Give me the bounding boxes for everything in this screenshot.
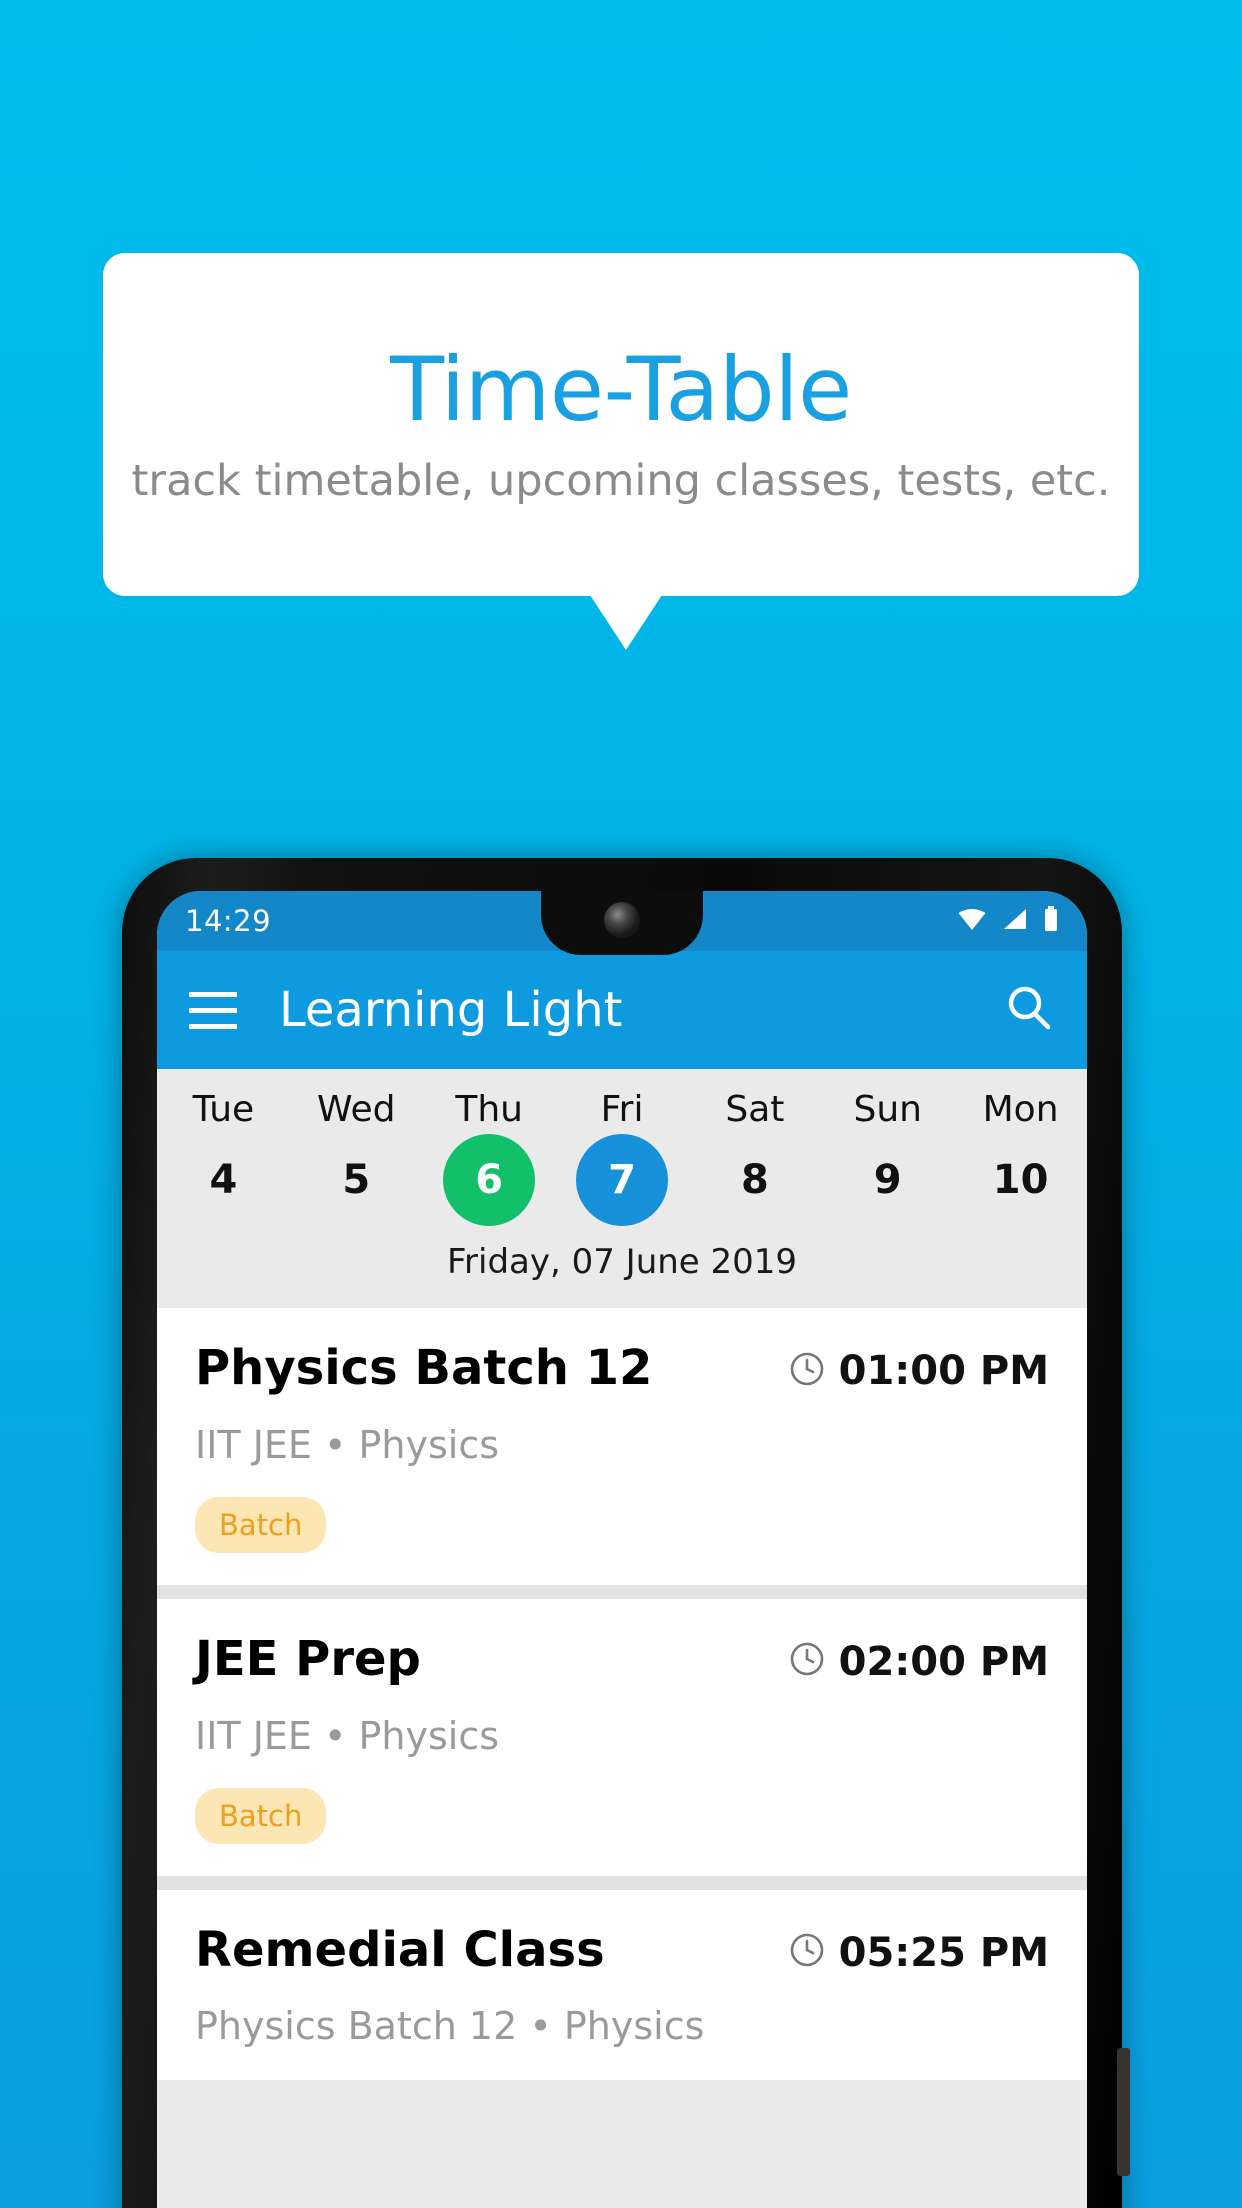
app-title: Learning Light [279, 982, 623, 1038]
signal-icon [1002, 907, 1028, 936]
day-number-wrap: 4 [157, 1132, 290, 1228]
front-camera-icon [604, 902, 640, 938]
promo-screenshot: Time-Table track timetable, upcoming cla… [0, 0, 1242, 2208]
event-time-group: 05:25 PM [789, 1924, 1049, 1976]
day-cell-10[interactable]: 10 [954, 1132, 1087, 1228]
day-name-label: Fri [600, 1089, 644, 1130]
event-time-group: 02:00 PM [789, 1633, 1049, 1685]
status-bar-icons [957, 905, 1059, 937]
event-type-chip[interactable]: Batch [195, 1496, 327, 1553]
day-name-mon: Mon [954, 1087, 1087, 1132]
day-name-sun: Sun [821, 1087, 954, 1132]
day-number-5[interactable]: 5 [310, 1134, 402, 1226]
event-card[interactable]: JEE Prep 02:00 PM IIT JEE • Physics Batch [157, 1598, 1087, 1876]
day-number-wrap: 9 [821, 1132, 954, 1228]
selected-full-date: Friday, 07 June 2019 [446, 1242, 798, 1282]
event-title: Physics Batch 12 [195, 1340, 653, 1396]
day-name-label: Sat [725, 1089, 785, 1130]
status-bar-clock: 14:29 [185, 904, 272, 938]
phone-power-button[interactable] [1117, 2048, 1130, 2176]
promo-callout-card: Time-Table track timetable, upcoming cla… [103, 253, 1139, 596]
day-number-row[interactable]: 4 5 6 7 8 9 10 [157, 1132, 1087, 1228]
wifi-icon [957, 907, 987, 936]
day-name-label: Wed [317, 1089, 396, 1130]
event-card[interactable]: Remedial Class 05:25 PM Physics Batch 12 •… [157, 1889, 1087, 2081]
day-name-label: Thu [455, 1089, 523, 1130]
day-number-10[interactable]: 10 [975, 1134, 1067, 1226]
event-time: 01:00 PM [838, 1348, 1049, 1394]
day-name-fri: Fri [556, 1087, 689, 1132]
event-time-group: 01:00 PM [789, 1342, 1049, 1394]
event-header-row: Physics Batch 12 01:00 PM [195, 1342, 1049, 1395]
event-subtitle: Physics Batch 12 • Physics [195, 2004, 705, 2049]
day-number-wrap: 8 [688, 1132, 821, 1228]
event-title: Remedial Class [195, 1921, 605, 1978]
event-header-row: Remedial Class 05:25 PM [195, 1921, 1049, 1978]
day-number-4[interactable]: 4 [177, 1134, 269, 1226]
day-number-wrap: 6 [423, 1132, 556, 1228]
event-subtitle: IIT JEE • Physics [195, 1422, 500, 1467]
clock-icon [789, 1351, 825, 1392]
promo-callout-tail [590, 595, 662, 650]
event-time: 05:25 PM [838, 1929, 1049, 1976]
day-number-8[interactable]: 8 [709, 1134, 801, 1226]
day-number-wrap: 7 [556, 1132, 689, 1228]
day-number-wrap: 10 [954, 1132, 1087, 1228]
clock-icon [789, 1932, 825, 1973]
promo-title: Time-Table [390, 338, 852, 441]
day-name-row: Tue Wed Thu Fri Sat Sun Mon [157, 1087, 1087, 1132]
day-cell-8[interactable]: 8 [688, 1132, 821, 1228]
day-number-wrap: 5 [290, 1132, 423, 1228]
event-time: 02:00 PM [838, 1638, 1049, 1685]
day-number-7[interactable]: 7 [576, 1134, 668, 1226]
phone-mockup: 14:29 Learning Light Tue Wed Thu Fri Sat… [122, 858, 1130, 2208]
day-name-label: Sun [853, 1089, 922, 1130]
event-subtitle: IIT JEE • Physics [195, 1713, 500, 1758]
day-name-thu: Thu [423, 1087, 556, 1132]
battery-icon [1043, 905, 1059, 937]
event-card[interactable]: Physics Batch 12 01:00 PM IIT JEE • Physic… [157, 1308, 1087, 1585]
day-name-label: Tue [192, 1089, 255, 1130]
event-type-chip[interactable]: Batch [195, 1787, 327, 1844]
day-name-sat: Sat [688, 1087, 821, 1132]
event-title: JEE Prep [195, 1630, 421, 1687]
search-icon[interactable] [1003, 982, 1055, 1039]
day-cell-9[interactable]: 9 [821, 1132, 954, 1228]
event-list[interactable]: Physics Batch 12 01:00 PM IIT JEE • Physic… [157, 1308, 1087, 2081]
day-name-tue: Tue [157, 1087, 290, 1132]
event-header-row: JEE Prep 02:00 PM [195, 1630, 1049, 1687]
status-bar: 14:29 [157, 891, 1087, 955]
phone-screen: 14:29 Learning Light Tue Wed Thu Fri Sat… [157, 891, 1087, 2208]
day-number-6[interactable]: 6 [443, 1134, 536, 1226]
day-cell-5[interactable]: 5 [290, 1132, 423, 1228]
app-bar: Learning Light [157, 951, 1087, 1069]
hamburger-menu-icon[interactable] [189, 991, 237, 1029]
day-number-9[interactable]: 9 [842, 1134, 934, 1226]
day-name-wed: Wed [290, 1087, 423, 1132]
phone-notch [541, 891, 703, 955]
clock-icon [789, 1641, 825, 1682]
day-cell-6[interactable]: 6 [423, 1132, 556, 1228]
day-cell-7[interactable]: 7 [556, 1132, 689, 1228]
date-strip[interactable]: Tue Wed Thu Fri Sat Sun Mon 4 5 6 7 8 9 10 Friday, 0… [157, 1069, 1087, 1308]
day-cell-4[interactable]: 4 [157, 1132, 290, 1228]
promo-subtitle: track timetable, upcoming classes, tests… [131, 456, 1111, 506]
day-name-label: Mon [982, 1089, 1059, 1130]
